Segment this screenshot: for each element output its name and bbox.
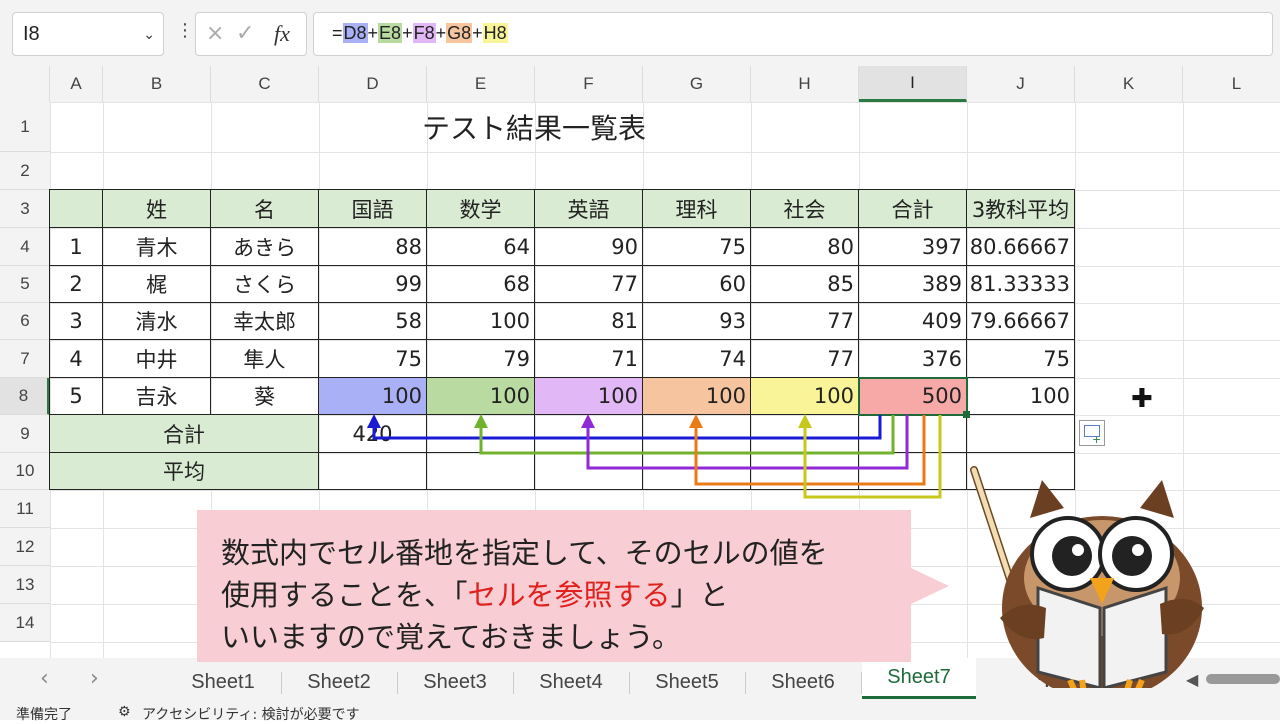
callout-tail [911, 568, 949, 604]
reference-arrow-head [581, 414, 595, 428]
cell-cursor-icon: ✚ [1131, 384, 1153, 414]
accessibility-icon[interactable]: ⚙ [118, 704, 131, 720]
reference-arrow-line [586, 415, 909, 470]
reference-arrow-line [479, 415, 895, 455]
reference-arrow-head [689, 414, 703, 428]
sheet-tab-sheet5[interactable]: Sheet5 [630, 666, 744, 698]
explanation-callout: 数式内でセル番地を指定して、そのセルの値を 使用することを、「セルを参照する」と… [197, 510, 949, 662]
status-ready: 準備完了 [16, 707, 72, 723]
sheet-tab-sheet7[interactable]: Sheet7 [862, 658, 976, 699]
callout-line-2: 使用することを、「セルを参照する」と [221, 572, 729, 614]
reference-arrow-head [474, 414, 488, 428]
callout-line-1: 数式内でセル番地を指定して、そのセルの値を [221, 536, 828, 570]
callout-line-2-prefix: 使用することを、「 [221, 578, 468, 612]
callout-highlight: セルを参照する [467, 578, 671, 612]
tab-scroll-right-icon[interactable]: › [90, 666, 99, 691]
callout-line-3: いいますので覚えておきましょう。 [221, 620, 681, 654]
callout-line-2-suffix: 」と [670, 578, 729, 612]
sheet-tab-sheet4[interactable]: Sheet4 [514, 666, 628, 698]
reference-arrow-head [367, 414, 381, 428]
sheet-tab-sheet6[interactable]: Sheet6 [746, 666, 860, 698]
tab-scroll-left-icon[interactable]: ‹ [40, 666, 49, 691]
reference-arrow-head [798, 414, 812, 428]
quick-analysis-icon[interactable]: + [1079, 420, 1105, 446]
sheet-tab-sheet1[interactable]: Sheet1 [166, 666, 280, 698]
owl-mascot [970, 466, 1204, 688]
sheet-tab-sheet2[interactable]: Sheet2 [282, 666, 396, 698]
status-bar: 準備完了 ⚙ アクセシビリティ: 検討が必要です [0, 702, 1280, 723]
status-accessibility[interactable]: アクセシビリティ: 検討が必要です [142, 704, 360, 724]
sheet-tab-sheet3[interactable]: Sheet3 [398, 666, 512, 698]
